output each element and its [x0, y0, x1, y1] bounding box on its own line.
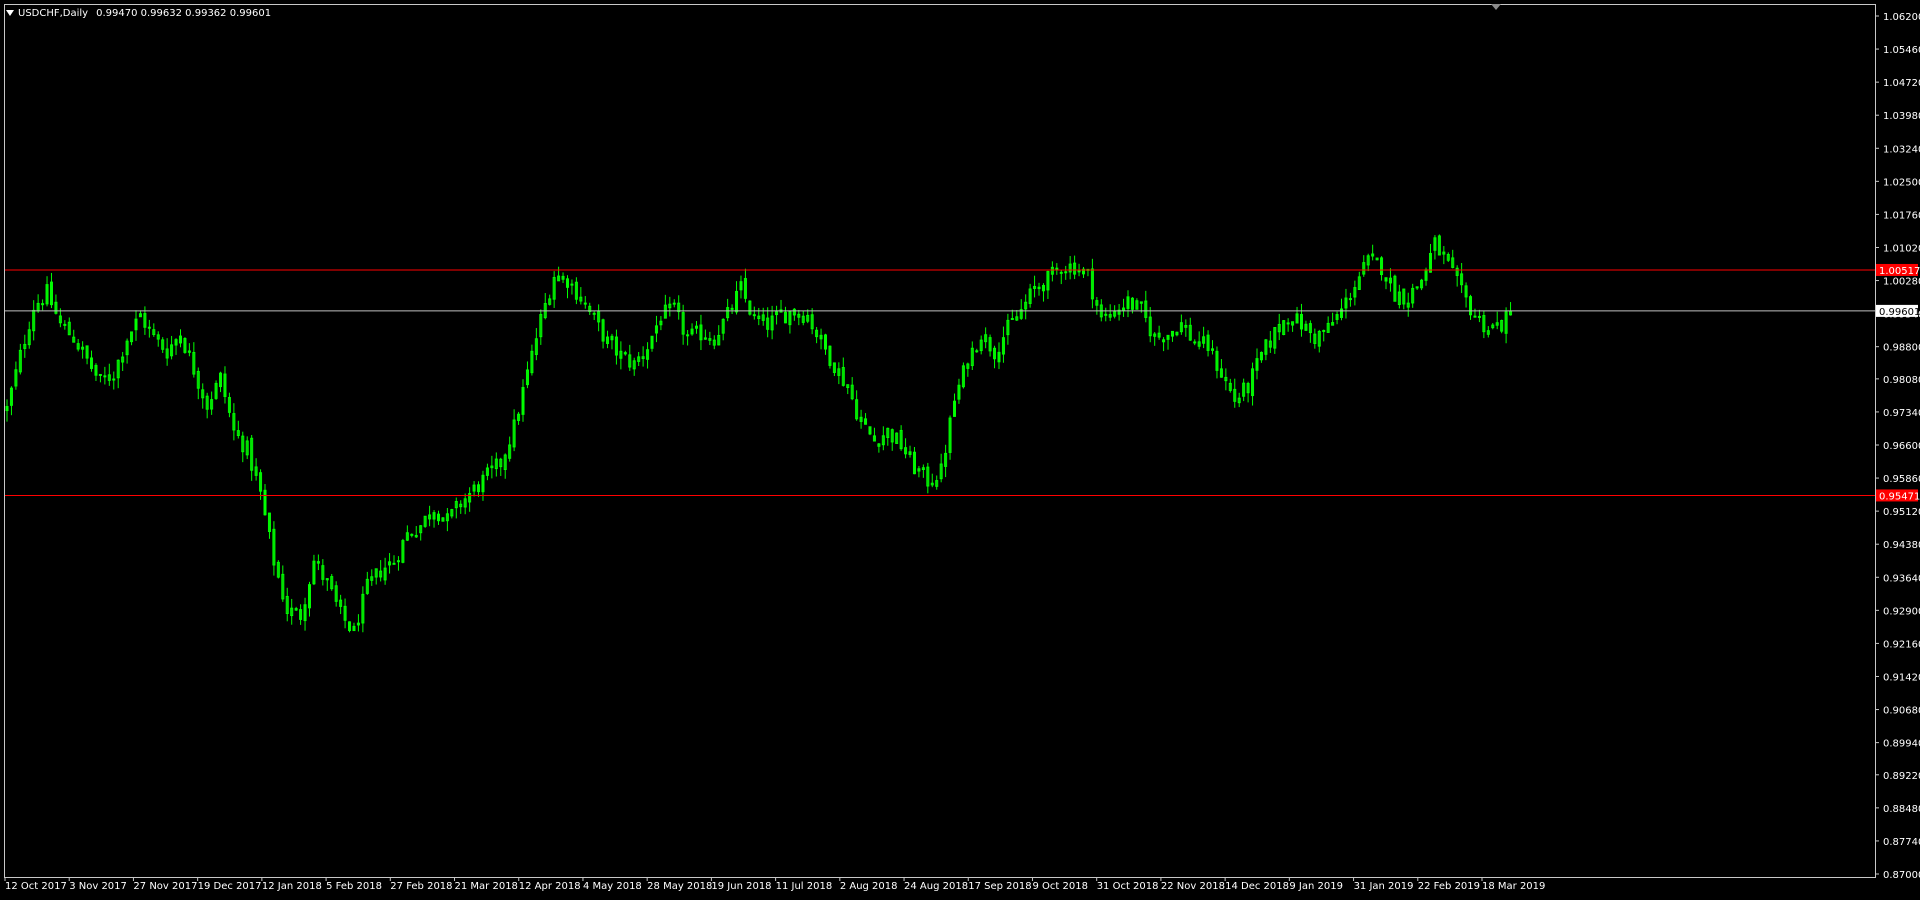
- x-tick-label: 18 Mar 2019: [1482, 881, 1545, 892]
- candle-body: [1010, 318, 1014, 321]
- candle-body: [392, 562, 396, 565]
- candle-body: [1473, 315, 1477, 318]
- x-tick-label: 12 Oct 2017: [5, 881, 67, 892]
- candle-body: [730, 307, 734, 310]
- x-tick-label: 19 Jun 2018: [711, 881, 771, 892]
- candle-body: [103, 375, 107, 378]
- x-tick-label: 27 Nov 2017: [133, 881, 197, 892]
- candle-body: [752, 314, 756, 317]
- price-level-badge-label: 1.00517: [1879, 266, 1920, 277]
- candle-body: [1064, 271, 1068, 274]
- x-tick-label: 19 Dec 2017: [198, 881, 262, 892]
- candle-body: [1077, 270, 1081, 273]
- y-tick-label: 0.90680: [1883, 706, 1920, 717]
- y-tick-label: 1.03980: [1883, 111, 1920, 122]
- y-tick-label: 1.01760: [1883, 210, 1920, 221]
- candle-body: [1104, 313, 1108, 316]
- candle-body: [147, 326, 151, 329]
- x-tick-label: 31 Jan 2019: [1354, 881, 1414, 892]
- x-tick-label: 2 Aug 2018: [840, 881, 898, 892]
- y-tick-label: 0.92160: [1883, 639, 1920, 650]
- x-tick-label: 28 May 2018: [647, 881, 712, 892]
- x-tick-label: 17 Sep 2018: [968, 881, 1031, 892]
- x-tick-label: 21 Mar 2018: [455, 881, 518, 892]
- y-tick-label: 0.92900: [1883, 606, 1920, 617]
- y-tick-label: 1.02500: [1883, 177, 1920, 188]
- y-tick-label: 1.01020: [1883, 243, 1920, 254]
- y-tick-label: 0.95120: [1883, 507, 1920, 518]
- x-tick-label: 3 Nov 2017: [69, 881, 127, 892]
- candle-body: [112, 378, 116, 381]
- y-tick-label: 0.91420: [1883, 672, 1920, 683]
- candle-body: [1193, 341, 1197, 344]
- x-tick-label: 5 Feb 2018: [326, 881, 382, 892]
- y-tick-label: 0.95860: [1883, 474, 1920, 485]
- y-tick-label: 0.98800: [1883, 343, 1920, 354]
- y-tick-label: 0.98080: [1883, 375, 1920, 386]
- candle-body: [98, 373, 102, 376]
- candle-body: [1059, 271, 1063, 274]
- y-tick-label: 0.96600: [1883, 441, 1920, 452]
- chart-window[interactable]: USDCHF,Daily 0.99470 0.99632 0.99362 0.9…: [0, 0, 1920, 900]
- y-tick-label: 0.88480: [1883, 804, 1920, 815]
- y-tick-label: 0.93640: [1883, 573, 1920, 584]
- y-tick-label: 0.94380: [1883, 540, 1920, 551]
- x-tick-label: 11 Jul 2018: [776, 881, 833, 892]
- candle-body: [63, 323, 67, 326]
- x-tick-label: 24 Aug 2018: [904, 881, 968, 892]
- y-tick-label: 0.87740: [1883, 837, 1920, 848]
- candle-body: [1286, 322, 1290, 325]
- price-level-badge-label: 0.95471: [1879, 491, 1920, 502]
- x-tick-label: 12 Jan 2018: [262, 881, 322, 892]
- y-tick-label: 0.87000: [1883, 870, 1920, 881]
- y-tick-label: 1.03240: [1883, 144, 1920, 155]
- price-level-badge-label: 0.99601: [1879, 307, 1920, 318]
- y-tick-label: 1.05460: [1883, 45, 1920, 56]
- y-tick-label: 0.89940: [1883, 739, 1920, 750]
- candle-body: [592, 312, 596, 315]
- x-tick-label: 31 Oct 2018: [1097, 881, 1159, 892]
- x-tick-label: 9 Oct 2018: [1032, 881, 1087, 892]
- candle-body: [975, 350, 979, 353]
- x-tick-label: 4 May 2018: [583, 881, 642, 892]
- x-tick-label: 22 Feb 2019: [1418, 881, 1480, 892]
- y-tick-label: 0.97340: [1883, 408, 1920, 419]
- x-tick-label: 9 Jan 2019: [1289, 881, 1343, 892]
- candle-body: [396, 560, 400, 563]
- candlestick-chart[interactable]: 1.06200 1.05460 1.04720 1.03980 1.03240 1.025…: [0, 0, 1920, 900]
- candle-body: [1348, 298, 1352, 301]
- candle-body: [570, 283, 574, 286]
- y-tick-label: 1.00280: [1883, 277, 1920, 288]
- candle-body: [1322, 329, 1326, 332]
- candle-body: [672, 302, 676, 305]
- x-tick-label: 14 Dec 2018: [1225, 881, 1289, 892]
- candle-body: [583, 302, 587, 305]
- x-tick-label: 12 Apr 2018: [519, 881, 581, 892]
- y-tick-label: 0.89220: [1883, 771, 1920, 782]
- candle-body: [686, 334, 690, 337]
- x-tick-label: 27 Feb 2018: [390, 881, 452, 892]
- y-tick-label: 1.06200: [1883, 12, 1920, 23]
- x-tick-label: 22 Nov 2018: [1161, 881, 1225, 892]
- y-tick-label: 1.04720: [1883, 78, 1920, 89]
